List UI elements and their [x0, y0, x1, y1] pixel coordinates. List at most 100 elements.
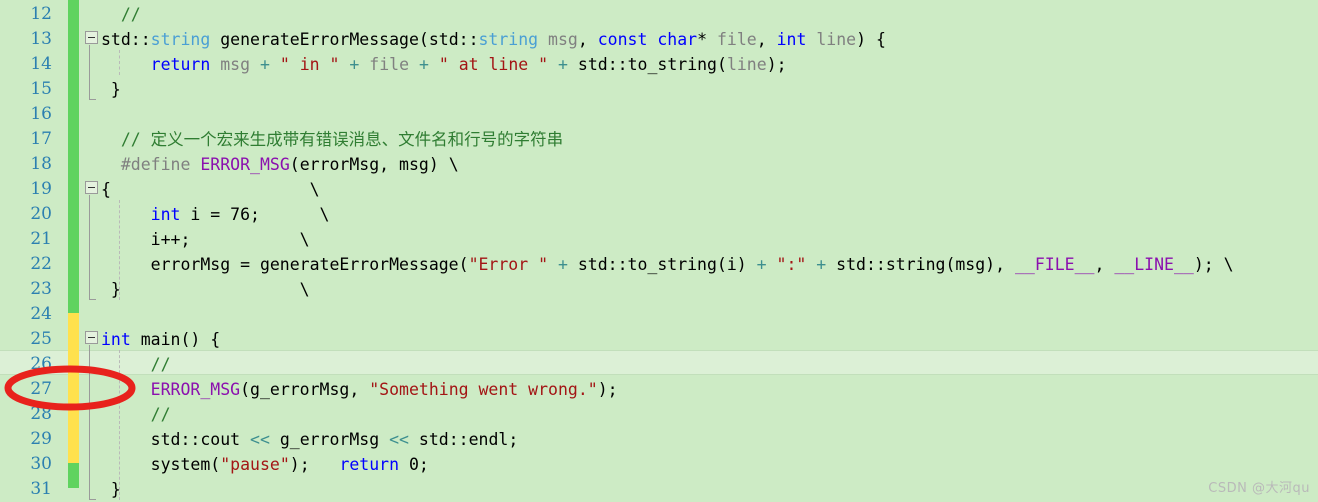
- token-op: +: [349, 55, 360, 74]
- line-number-14[interactable]: 14: [0, 52, 52, 77]
- token-plain: ); \: [1193, 255, 1234, 274]
- fold-region-end-hook: [89, 499, 96, 500]
- code-line-15[interactable]: }: [101, 77, 121, 102]
- token-param: file: [716, 30, 757, 49]
- line-number-18[interactable]: 18: [0, 152, 52, 177]
- code-folding-column[interactable]: [83, 0, 101, 502]
- code-line-12[interactable]: //: [101, 2, 141, 27]
- code-line-13[interactable]: std::string generateErrorMessage(std::st…: [101, 27, 886, 52]
- code-line-30[interactable]: system("pause"); return 0;: [101, 452, 429, 477]
- token-plain: }: [101, 80, 121, 99]
- code-editor[interactable]: 12 13 14 15 16 17 18 19 20 21 22 23 24 25 26 27 28 29 30 31…: [0, 0, 1318, 502]
- line-number-22[interactable]: 22: [0, 252, 52, 277]
- token-plain: }: [101, 480, 121, 499]
- token-plain: g_errorMsg: [269, 430, 390, 449]
- token-op: +: [756, 255, 767, 274]
- fold-region-line: [89, 45, 90, 99]
- line-number-gutter[interactable]: 12 13 14 15 16 17 18 19 20 21 22 23 24 25 26 27 28 29 30 31: [0, 0, 62, 502]
- code-line-28[interactable]: //: [101, 402, 171, 427]
- code-line-19[interactable]: { \: [101, 177, 320, 202]
- line-number-31[interactable]: 31: [0, 477, 52, 502]
- line-number-27[interactable]: 27: [0, 377, 52, 402]
- token-pre: #define: [120, 155, 191, 174]
- fold-region-line: [89, 195, 90, 299]
- token-plain: std::: [101, 30, 151, 49]
- token-plain: *: [697, 30, 717, 49]
- token-op: +: [557, 255, 568, 274]
- code-line-31[interactable]: }: [101, 477, 121, 502]
- line-number-19[interactable]: 19: [0, 177, 52, 202]
- code-line-29[interactable]: std::cout << g_errorMsg << std::endl;: [101, 427, 519, 452]
- line-number-21[interactable]: 21: [0, 227, 52, 252]
- token-plain: (errorMsg, msg) \: [289, 155, 459, 174]
- token-kw: const: [597, 30, 648, 49]
- code-text-area[interactable]: //std::string generateErrorMessage(std::…: [101, 0, 1318, 502]
- line-number-13[interactable]: 13: [0, 27, 52, 52]
- line-number-12[interactable]: 12: [0, 2, 52, 27]
- line-number-20[interactable]: 20: [0, 202, 52, 227]
- line-number-30[interactable]: 30: [0, 452, 52, 477]
- token-kw: int: [101, 330, 131, 349]
- token-param: line: [726, 55, 767, 74]
- code-line-17[interactable]: // 定义一个宏来生成带有错误消息、文件名和行号的字符串: [101, 127, 563, 152]
- line-number-17[interactable]: 17: [0, 127, 52, 152]
- code-line-25[interactable]: int main() {: [101, 327, 220, 352]
- token-cmt: // 定义一个宏来生成带有错误消息、文件名和行号的字符串: [120, 130, 564, 149]
- line-number-16[interactable]: 16: [0, 102, 52, 127]
- code-line-27[interactable]: ERROR_MSG(g_errorMsg, "Something went wr…: [101, 377, 618, 402]
- line-number-25[interactable]: 25: [0, 327, 52, 352]
- line-number-26[interactable]: 26: [0, 352, 52, 377]
- code-line-14[interactable]: return msg + " in " + file + " at line "…: [101, 52, 787, 77]
- fold-toggle-icon-line-13[interactable]: [85, 31, 98, 44]
- fold-toggle-icon-line-19[interactable]: [85, 181, 98, 194]
- line-number-28[interactable]: 28: [0, 402, 52, 427]
- line-number-23[interactable]: 23: [0, 277, 52, 302]
- token-plain: i++; \: [101, 230, 310, 249]
- token-str: "Error ": [468, 255, 549, 274]
- token-macro: __FILE__: [1014, 255, 1095, 274]
- token-op: +: [816, 255, 827, 274]
- code-line-23[interactable]: } \: [101, 277, 310, 302]
- token-plain: std::: [428, 30, 479, 49]
- token-plain: std::to_string(: [567, 55, 727, 74]
- token-op: <<: [389, 430, 409, 449]
- code-line-22[interactable]: errorMsg = generateErrorMessage("Error "…: [101, 252, 1234, 277]
- token-op: +: [558, 55, 568, 74]
- token-str: " at line ": [438, 55, 549, 74]
- code-line-18[interactable]: #define ERROR_MSG(errorMsg, msg) \: [101, 152, 459, 177]
- indent-guide: [119, 200, 120, 300]
- token-macro: ERROR_MSG: [200, 155, 290, 174]
- csdn-watermark: CSDN @大河qu: [1208, 481, 1310, 496]
- token-kw: return: [339, 455, 400, 474]
- token-str: "Something went wrong.": [369, 380, 598, 399]
- code-line-20[interactable]: int i = 76; \: [101, 202, 330, 227]
- fold-region-end-hook: [89, 299, 96, 300]
- token-param: msg: [220, 55, 251, 74]
- change-bar-modified: [68, 313, 79, 463]
- line-number-24[interactable]: 24: [0, 302, 52, 327]
- fold-toggle-icon-line-25[interactable]: [85, 331, 98, 344]
- line-number-15[interactable]: 15: [0, 77, 52, 102]
- token-type: string: [150, 30, 211, 49]
- token-plain: ,: [1094, 255, 1115, 274]
- code-line-26[interactable]: //: [101, 352, 171, 377]
- change-bar-saved: [68, 0, 79, 313]
- token-plain: i = 76; \: [180, 205, 330, 224]
- token-str: ":": [776, 255, 807, 274]
- token-op: +: [259, 55, 270, 74]
- line-number-29[interactable]: 29: [0, 427, 52, 452]
- fold-region-line: [89, 345, 90, 499]
- code-line-21[interactable]: i++; \: [101, 227, 310, 252]
- token-plain: { \: [101, 180, 320, 199]
